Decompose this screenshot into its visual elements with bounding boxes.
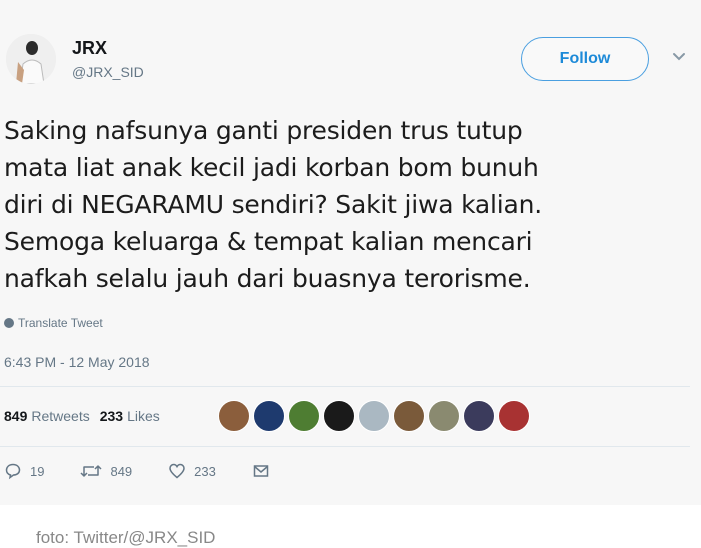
reply-button[interactable]: 19 <box>4 462 44 480</box>
tweet-line: Saking nafsunya ganti presiden trus tutu… <box>4 116 523 145</box>
tweet-actions: 19 849 233 <box>4 462 314 480</box>
user-avatar-7-icon[interactable] <box>428 400 460 432</box>
liker-avatars <box>218 400 533 432</box>
tweet-stats: 849 Retweets 233 Likes <box>4 408 160 424</box>
photo-caption: foto: Twitter/@JRX_SID <box>36 528 216 547</box>
chevron-down-icon[interactable] <box>670 48 688 66</box>
tweet-line: Semoga keluarga & tempat kalian mencari <box>4 227 533 256</box>
retweets-label[interactable]: Retweets <box>31 408 89 424</box>
divider <box>0 446 690 447</box>
translate-tweet-link[interactable]: Translate Tweet <box>4 316 103 330</box>
retweet-icon <box>80 465 102 477</box>
user-avatar-9-icon[interactable] <box>498 400 530 432</box>
profile-avatar[interactable] <box>6 34 56 84</box>
tweet-line: diri di NEGARAMU sendiri? Sakit jiwa kal… <box>4 190 543 219</box>
user-avatar-5-icon[interactable] <box>358 400 390 432</box>
retweet-count: 849 <box>110 463 133 479</box>
user-avatar-8-icon[interactable] <box>463 400 495 432</box>
retweet-button[interactable]: 849 <box>80 462 132 480</box>
person-icon <box>6 34 56 84</box>
like-button[interactable]: 233 <box>168 462 216 480</box>
user-name[interactable]: JRX <box>72 38 107 59</box>
globe-icon <box>4 318 14 328</box>
reply-icon <box>5 463 21 480</box>
tweet-line: nafkah selalu jauh dari buasnya terorism… <box>4 264 531 293</box>
envelope-icon <box>253 465 269 477</box>
retweets-count[interactable]: 849 <box>4 408 27 424</box>
like-count: 233 <box>194 463 216 479</box>
reply-count: 19 <box>30 463 45 479</box>
likes-count[interactable]: 233 <box>100 408 123 424</box>
user-avatar-4-icon[interactable] <box>323 400 355 432</box>
user-avatar-2-icon[interactable] <box>253 400 285 432</box>
user-avatar-1-icon[interactable] <box>218 400 250 432</box>
tweet-timestamp[interactable]: 6:43 PM - 12 May 2018 <box>4 354 150 370</box>
divider <box>0 386 690 387</box>
likes-label[interactable]: Likes <box>127 408 160 424</box>
heart-icon <box>169 463 185 479</box>
tweet-line: mata liat anak kecil jadi korban bom bun… <box>4 153 539 182</box>
user-handle[interactable]: @JRX_SID <box>72 64 144 80</box>
translate-label: Translate Tweet <box>18 316 103 330</box>
user-avatar-3-icon[interactable] <box>288 400 320 432</box>
follow-button[interactable]: Follow <box>521 37 649 81</box>
tweet-text: Saking nafsunya ganti presiden trus tutu… <box>4 112 694 297</box>
user-avatar-6-icon[interactable] <box>393 400 425 432</box>
direct-message-button[interactable] <box>252 462 278 480</box>
tweet-card: JRX @JRX_SID Follow Saking nafsunya gant… <box>0 0 701 505</box>
